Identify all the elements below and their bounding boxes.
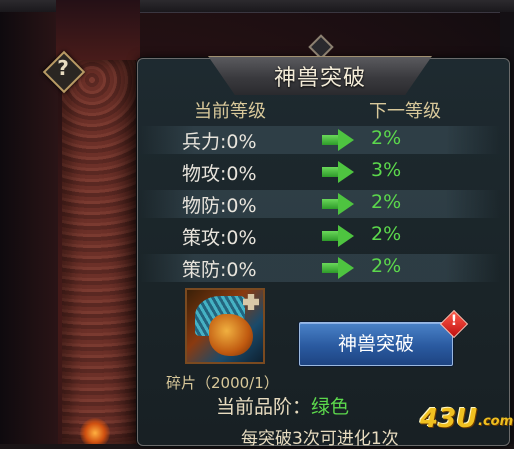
arrow-right-icon [322,257,354,279]
arrow-right-icon [322,129,354,151]
fragment-count: 碎片（2000/1） [166,374,279,392]
stat-row: 物攻:0% 3% [140,158,500,186]
carved-pillar [62,60,136,444]
stat-next-value: 2% [371,255,402,277]
arrow-right-icon [322,225,354,247]
watermark-suffix: .com [478,414,514,429]
stat-current-value: 策防:0% [182,259,257,281]
breakthrough-button[interactable]: 神兽突破 [299,322,453,366]
question-mark-icon: ? [57,56,69,80]
site-watermark: 43U .com [420,404,514,438]
panel-title: 神兽突破 [273,66,366,91]
banner-ornament-icon [306,32,334,60]
alert-icon: ! [439,309,469,339]
arrow-right-icon [322,193,354,215]
stat-row: 策防:0% 2% [140,254,500,282]
stat-row: 物防:0% 2% [140,190,500,218]
stat-next-value: 2% [371,223,402,245]
stat-current-value: 策攻:0% [182,227,257,249]
stat-row: 策攻:0% 2% [140,222,500,250]
beast-fragment-icon[interactable] [185,288,265,364]
watermark-text: 43U [420,404,478,434]
fragment-badge-icon [243,294,259,310]
evolution-note: 每突破3次可进化1次 [241,429,399,449]
current-level-header: 当前等级 [194,101,266,122]
arrow-right-icon [322,161,354,183]
help-button[interactable]: ? [42,50,86,94]
next-level-header: 下一等级 [369,101,441,122]
current-quality: 当前品阶：绿色 [216,392,349,419]
stat-next-value: 2% [371,127,402,149]
stat-next-value: 3% [371,159,402,181]
stat-current-value: 物防:0% [182,195,257,217]
stat-next-value: 2% [371,191,402,213]
stat-row: 兵力:0% 2% [140,126,500,154]
lantern-glow [80,418,110,444]
quality-value: 绿色 [311,396,350,418]
quality-label: 当前品阶： [216,396,312,418]
stat-current-value: 兵力:0% [182,131,257,153]
stat-current-value: 物攻:0% [182,163,257,185]
